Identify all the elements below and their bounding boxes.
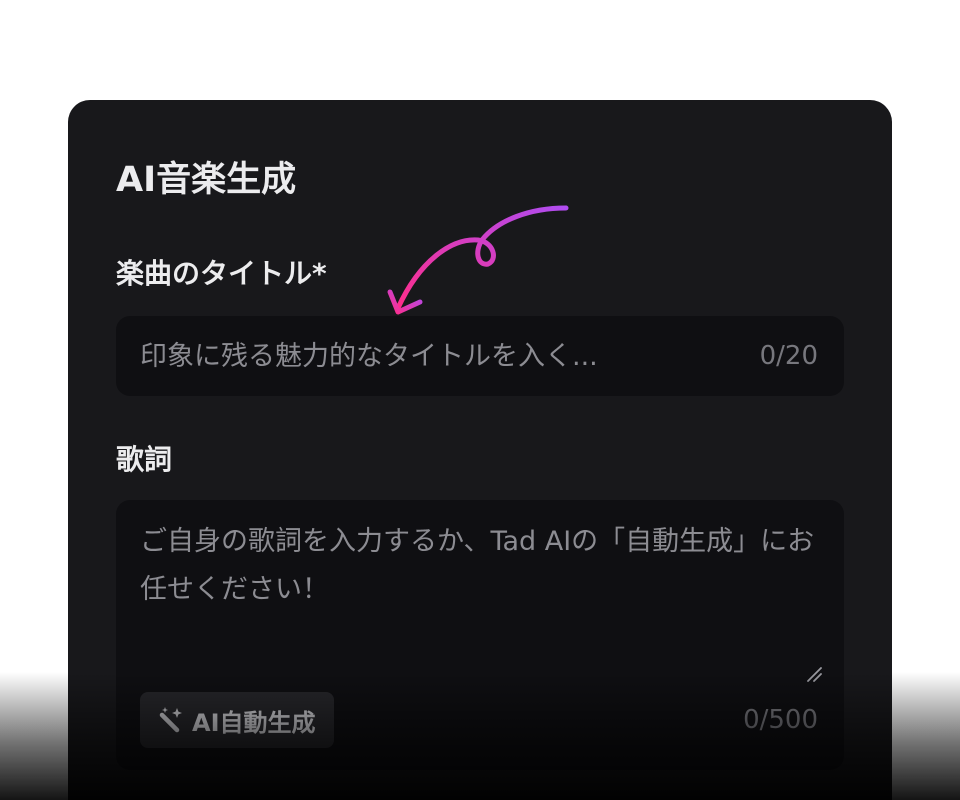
song-title-field[interactable]: 0/20 (116, 316, 844, 396)
ai-auto-generate-button[interactable]: AI自動生成 (140, 692, 334, 748)
curly-arrow-icon (387, 205, 569, 315)
lyrics-char-counter: 0/500 (743, 705, 818, 735)
page: AI音楽生成 楽曲のタイトル* 0/20 歌詞 AI自動生成 0/500 (0, 0, 960, 800)
magic-wand-icon (159, 707, 182, 733)
lyrics-textarea[interactable] (116, 500, 844, 690)
song-title-label: 楽曲のタイトル* (116, 257, 327, 290)
lyrics-label: 歌詞 (116, 443, 173, 476)
lyrics-field[interactable]: AI自動生成 0/500 (116, 500, 844, 770)
ai-auto-generate-label: AI自動生成 (192, 708, 316, 737)
song-title-char-counter: 0/20 (759, 341, 818, 371)
song-title-input[interactable] (116, 316, 716, 396)
resize-handle-icon[interactable] (804, 664, 822, 682)
panel-title: AI音楽生成 (116, 160, 297, 200)
